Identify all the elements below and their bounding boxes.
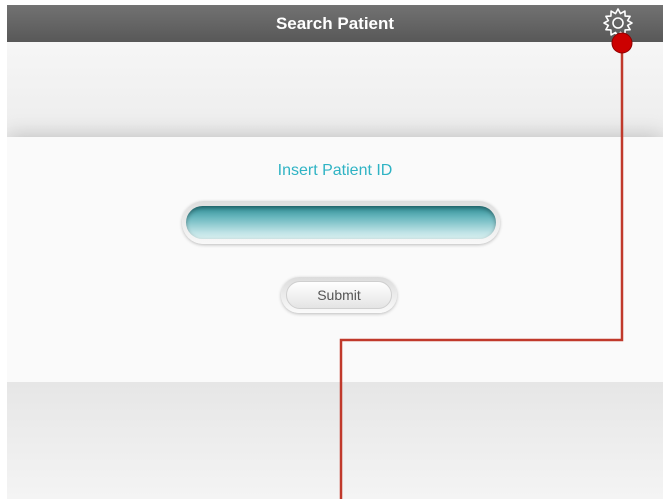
gear-icon[interactable] <box>601 6 635 40</box>
header-bar: Search Patient <box>7 5 663 42</box>
submit-button[interactable]: Submit <box>286 281 392 309</box>
page-title: Search Patient <box>275 14 395 33</box>
submit-button-frame: Submit <box>281 277 397 313</box>
patient-id-label: Insert Patient ID <box>277 162 393 179</box>
app-screen: Search Patient Insert Patient ID Submit <box>7 5 663 499</box>
top-background <box>7 42 663 142</box>
bottom-background <box>7 382 663 499</box>
search-panel: Insert Patient ID Submit <box>7 137 663 382</box>
patient-id-input[interactable] <box>186 206 496 239</box>
patient-id-field-frame <box>182 201 500 244</box>
